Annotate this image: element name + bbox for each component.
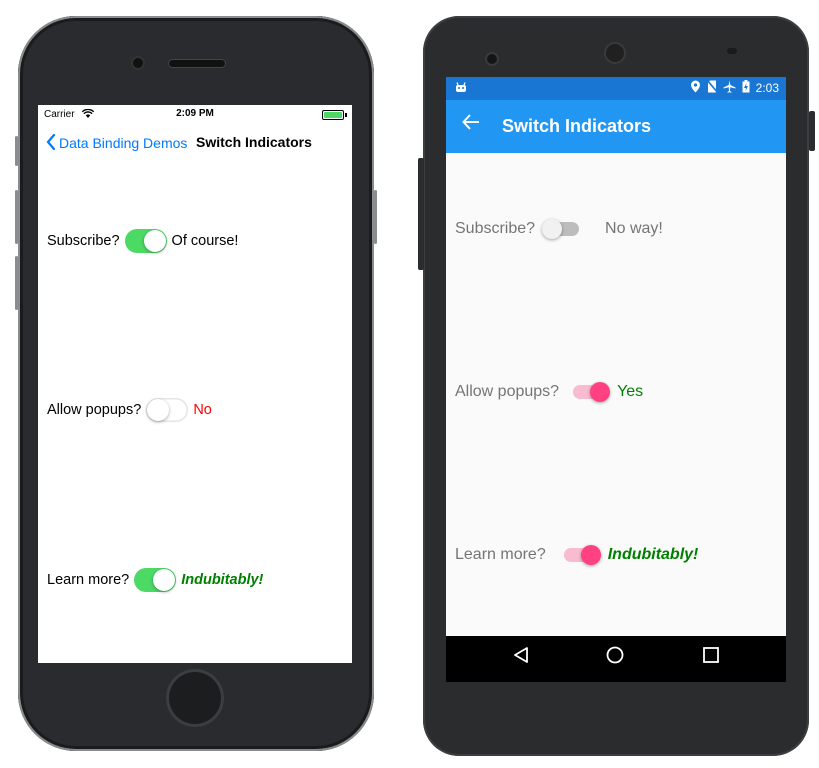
- switch-thumb: [580, 545, 601, 565]
- subscribe-label: Subscribe?: [47, 233, 120, 249]
- iphone-volume-down: [15, 256, 18, 310]
- location-icon: [691, 80, 701, 93]
- status-time: 2:09 PM: [176, 108, 214, 119]
- iphone-mute-switch: [15, 136, 18, 166]
- android-power-button: [809, 111, 815, 151]
- earpiece-speaker: [169, 60, 225, 67]
- switch-knob: [143, 230, 166, 252]
- android-screen: 2:03 Switch Indicators Subscribe? No way…: [446, 77, 786, 682]
- learn-more-switch[interactable]: [134, 568, 177, 592]
- android-row-subscribe: Subscribe? No way!: [455, 219, 663, 239]
- status-time: 2:03: [755, 81, 779, 95]
- allow-popups-indicator: Yes: [617, 383, 644, 400]
- home-button[interactable]: [169, 672, 221, 724]
- allow-popups-indicator: No: [193, 402, 212, 418]
- battery-icon: [322, 110, 344, 120]
- iphone-power-button: [374, 190, 377, 244]
- no-sim-icon: [706, 79, 719, 94]
- subscribe-indicator: No way!: [605, 220, 663, 237]
- subscribe-switch[interactable]: [124, 229, 167, 253]
- proximity-sensor: [727, 48, 737, 54]
- allow-popups-label: Allow popups?: [455, 383, 560, 400]
- ios-row-subscribe: Subscribe? Of course!: [47, 229, 238, 253]
- back-button[interactable]: Data Binding Demos: [46, 133, 188, 151]
- learn-more-label: Learn more?: [455, 546, 546, 563]
- android-navigation-bar: [446, 636, 786, 682]
- page-title: Switch Indicators: [196, 134, 312, 150]
- switch-knob: [147, 399, 170, 421]
- ios-row-learn-more: Learn more? Indubitably!: [47, 568, 263, 592]
- nav-back-icon[interactable]: [512, 646, 530, 670]
- front-camera: [487, 54, 497, 64]
- android-robot-icon: [455, 81, 467, 96]
- android-row-allow-popups: Allow popups? Yes: [455, 382, 644, 402]
- allow-popups-switch[interactable]: [146, 398, 189, 422]
- front-camera: [133, 58, 143, 68]
- switch-knob: [153, 569, 176, 591]
- nav-recents-icon[interactable]: [702, 646, 720, 670]
- subscribe-switch[interactable]: [542, 219, 580, 239]
- android-app-bar: Switch Indicators: [446, 100, 786, 153]
- back-arrow-icon[interactable]: [462, 112, 480, 136]
- ios-navigation-bar: Data Binding Demos Switch Indicators: [38, 127, 352, 157]
- ios-row-allow-popups: Allow popups? No: [47, 398, 212, 422]
- subscribe-indicator: Of course!: [171, 233, 239, 249]
- iphone-volume-up: [15, 190, 18, 244]
- learn-more-indicator: Indubitably!: [181, 572, 264, 588]
- status-icons: [690, 79, 750, 96]
- learn-more-switch[interactable]: [563, 545, 601, 565]
- android-row-learn-more: Learn more? Indubitably!: [455, 545, 699, 565]
- page-title: Switch Indicators: [502, 116, 652, 136]
- battery-charging-icon: [742, 80, 750, 93]
- allow-popups-switch[interactable]: [573, 382, 611, 402]
- battery-tip: [345, 113, 347, 117]
- chevron-left-icon: [46, 133, 56, 151]
- android-device: 2:03 Switch Indicators Subscribe? No way…: [418, 16, 815, 756]
- allow-popups-label: Allow popups?: [47, 402, 142, 418]
- switch-thumb: [590, 382, 611, 402]
- android-status-bar: 2:03: [446, 77, 786, 100]
- learn-more-indicator: Indubitably!: [607, 546, 699, 563]
- iphone-device: Carrier 2:09 PM Data Binding Demos Switc…: [15, 16, 377, 751]
- android-volume-rocker: [418, 158, 424, 270]
- switch-thumb: [542, 219, 563, 239]
- learn-more-label: Learn more?: [47, 572, 130, 588]
- earpiece-speaker: [606, 44, 624, 62]
- ios-screen: Carrier 2:09 PM Data Binding Demos Switc…: [38, 105, 352, 663]
- nav-home-icon[interactable]: [606, 646, 624, 670]
- back-button-label: Data Binding Demos: [59, 134, 188, 151]
- ios-status-bar: Carrier 2:09 PM: [38, 105, 352, 123]
- subscribe-label: Subscribe?: [455, 220, 536, 237]
- airplane-icon: [723, 80, 736, 93]
